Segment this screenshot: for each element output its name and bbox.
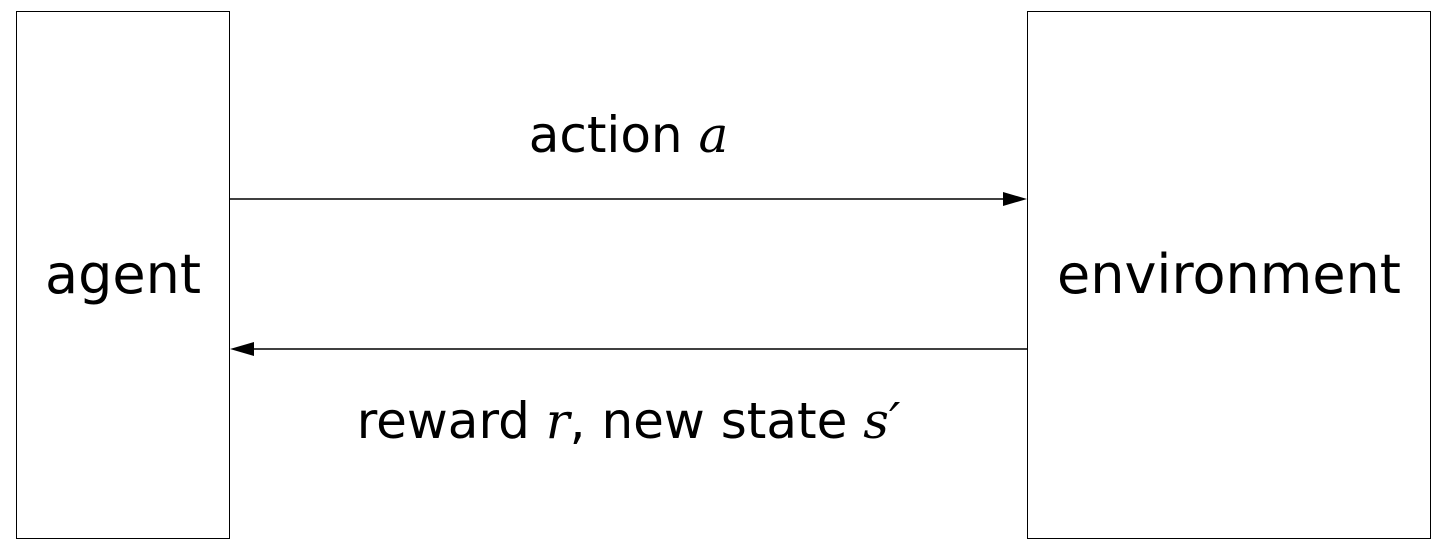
state-text: new state bbox=[601, 392, 848, 450]
action-label: action a bbox=[230, 110, 1027, 160]
reward-symbol: r bbox=[545, 392, 570, 450]
action-text: action bbox=[528, 106, 683, 164]
diagram-canvas: agent environment action a reward r, new… bbox=[0, 0, 1446, 554]
feedback-separator: , bbox=[569, 392, 586, 450]
arrows-layer bbox=[230, 192, 1027, 356]
action-symbol: a bbox=[698, 106, 729, 164]
state-symbol: s′ bbox=[863, 392, 901, 450]
feedback-label: reward r, new state s′ bbox=[230, 396, 1027, 446]
feedback-arrowhead bbox=[230, 342, 254, 356]
action-arrowhead bbox=[1003, 192, 1027, 206]
reward-text: reward bbox=[356, 392, 530, 450]
